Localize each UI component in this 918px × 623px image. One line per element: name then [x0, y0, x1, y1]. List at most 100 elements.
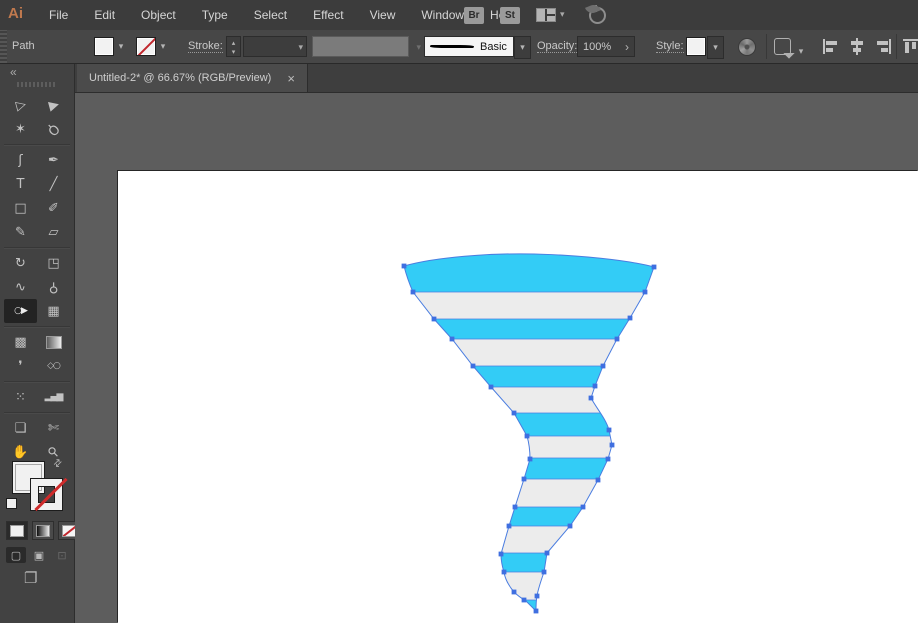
line-segment-tool[interactable]: ╱ — [37, 172, 70, 196]
eyedropper-tool[interactable]: ❜ — [4, 354, 37, 378]
anchor-point[interactable] — [642, 289, 648, 295]
draw-normal-icon[interactable]: ▢ — [6, 547, 26, 563]
curvature-tool[interactable]: ʃ — [4, 148, 37, 172]
gradient-button[interactable] — [32, 521, 54, 540]
tornado-stripe[interactable] — [395, 507, 665, 526]
anchor-point[interactable] — [541, 569, 547, 575]
anchor-point[interactable] — [595, 477, 601, 483]
menu-view[interactable]: View — [357, 8, 409, 22]
workspace-switcher-icon[interactable] — [536, 8, 556, 22]
anchor-point[interactable] — [627, 315, 633, 321]
anchor-point[interactable] — [410, 289, 416, 295]
isolate-mode-icon[interactable] — [774, 38, 791, 55]
anchor-point[interactable] — [588, 395, 594, 401]
menu-object[interactable]: Object — [128, 8, 189, 22]
align-left-button[interactable] — [822, 38, 840, 55]
stock-button[interactable]: St — [500, 6, 520, 24]
type-tool[interactable]: T — [4, 172, 37, 196]
menu-effect[interactable]: Effect — [300, 8, 356, 22]
chevron-down-icon[interactable]: ▾ — [514, 36, 531, 59]
selection-tool[interactable]: ▷ — [4, 93, 37, 117]
anchor-point[interactable] — [600, 363, 606, 369]
chevron-down-icon[interactable]: ▾ — [156, 37, 170, 56]
anchor-point[interactable] — [506, 523, 512, 529]
anchor-point[interactable] — [431, 316, 437, 322]
mesh-tool[interactable]: ▩ — [4, 330, 37, 354]
anchor-point[interactable] — [614, 336, 620, 342]
anchor-point[interactable] — [470, 363, 476, 369]
anchor-point[interactable] — [592, 383, 598, 389]
menu-file[interactable]: File — [36, 8, 81, 22]
style-swatch[interactable] — [686, 37, 706, 56]
anchor-point[interactable] — [527, 456, 533, 462]
magic-wand-tool[interactable]: ✶ — [4, 117, 37, 141]
width-tool[interactable]: ∿ — [4, 275, 37, 299]
tornado-stripe[interactable] — [395, 553, 665, 572]
close-tab-icon[interactable]: × — [287, 72, 295, 85]
chevron-down-icon[interactable]: ▾ — [114, 37, 128, 56]
tornado-stripe[interactable] — [395, 319, 665, 339]
tornado-stripe[interactable] — [395, 600, 665, 613]
style-label[interactable]: Style: — [656, 40, 684, 53]
anchor-point[interactable] — [606, 427, 612, 433]
anchor-point[interactable] — [512, 504, 518, 510]
align-right-button[interactable] — [874, 38, 892, 55]
power-sync-icon[interactable] — [588, 4, 606, 24]
shaper-tool[interactable]: ✎ — [4, 220, 37, 244]
pen-tool[interactable]: ✒ — [37, 148, 70, 172]
fill-color-swatch[interactable] — [94, 37, 114, 56]
bridge-button[interactable]: Br — [464, 6, 484, 24]
anchor-point[interactable] — [524, 433, 530, 439]
canvas-area[interactable] — [75, 93, 918, 623]
rotate-tool[interactable]: ↻ — [4, 251, 37, 275]
chevron-down-icon[interactable]: ▾ — [560, 10, 565, 20]
anchor-point[interactable] — [449, 336, 455, 342]
stroke-indicator-none[interactable] — [31, 479, 62, 510]
stroke-weight-dropdown[interactable]: ▾ — [243, 36, 307, 57]
chevron-right-icon[interactable]: › — [625, 40, 629, 54]
vertical-align-top-button[interactable] — [902, 38, 918, 55]
anchor-point[interactable] — [401, 263, 407, 269]
shape-builder-tool[interactable]: ○▶ — [4, 299, 37, 323]
color-button[interactable] — [6, 521, 28, 540]
align-center-button[interactable] — [848, 38, 866, 55]
anchor-point[interactable] — [533, 608, 539, 614]
anchor-point[interactable] — [501, 569, 507, 575]
anchor-point[interactable] — [580, 504, 586, 510]
stroke-label[interactable]: Stroke: — [188, 40, 223, 53]
panel-grip[interactable] — [0, 30, 7, 63]
document-tab[interactable]: Untitled-2* @ 66.67% (RGB/Preview) × — [77, 64, 308, 92]
tornado-artwork[interactable] — [75, 93, 918, 623]
direct-selection-tool[interactable]: ▶ — [37, 93, 70, 117]
panel-drag-grip[interactable] — [17, 82, 57, 87]
swap-fill-stroke-icon[interactable]: ⇄ — [51, 457, 65, 471]
menu-edit[interactable]: Edit — [81, 8, 128, 22]
anchor-point[interactable] — [544, 550, 550, 556]
draw-behind-icon[interactable]: ▣ — [29, 547, 49, 563]
scale-tool[interactable]: ◳ — [37, 251, 70, 275]
anchor-point[interactable] — [488, 384, 494, 390]
column-graph-tool[interactable]: ▂▄▆ — [37, 385, 70, 409]
menu-select[interactable]: Select — [241, 8, 300, 22]
screen-mode-button[interactable]: ❐ — [24, 569, 37, 587]
anchor-point[interactable] — [605, 456, 611, 462]
tornado-stripe[interactable] — [395, 413, 665, 436]
anchor-point[interactable] — [511, 410, 517, 416]
anchor-point[interactable] — [521, 597, 527, 603]
anchor-point[interactable] — [534, 593, 540, 599]
slice-tool[interactable]: ✄ — [37, 416, 70, 440]
brush-definition-dropdown[interactable]: Basic — [424, 36, 514, 57]
menu-type[interactable]: Type — [189, 8, 241, 22]
recolor-artwork-icon[interactable] — [738, 38, 756, 56]
artboard-tool[interactable]: ❏ — [4, 416, 37, 440]
anchor-point[interactable] — [498, 551, 504, 557]
paintbrush-tool[interactable]: ✐ — [37, 196, 70, 220]
stroke-weight-stepper[interactable]: ▴ ▾ — [226, 36, 241, 57]
opacity-label[interactable]: Opacity: — [537, 40, 578, 53]
anchor-point[interactable] — [521, 476, 527, 482]
tornado-stripe[interactable] — [395, 366, 665, 387]
opacity-input[interactable]: 100% › — [577, 36, 635, 57]
collapse-panel-icon[interactable]: « — [10, 65, 17, 79]
chevron-down-icon[interactable]: ▾ — [794, 42, 808, 61]
chevron-down-icon[interactable]: ▾ — [707, 36, 724, 59]
